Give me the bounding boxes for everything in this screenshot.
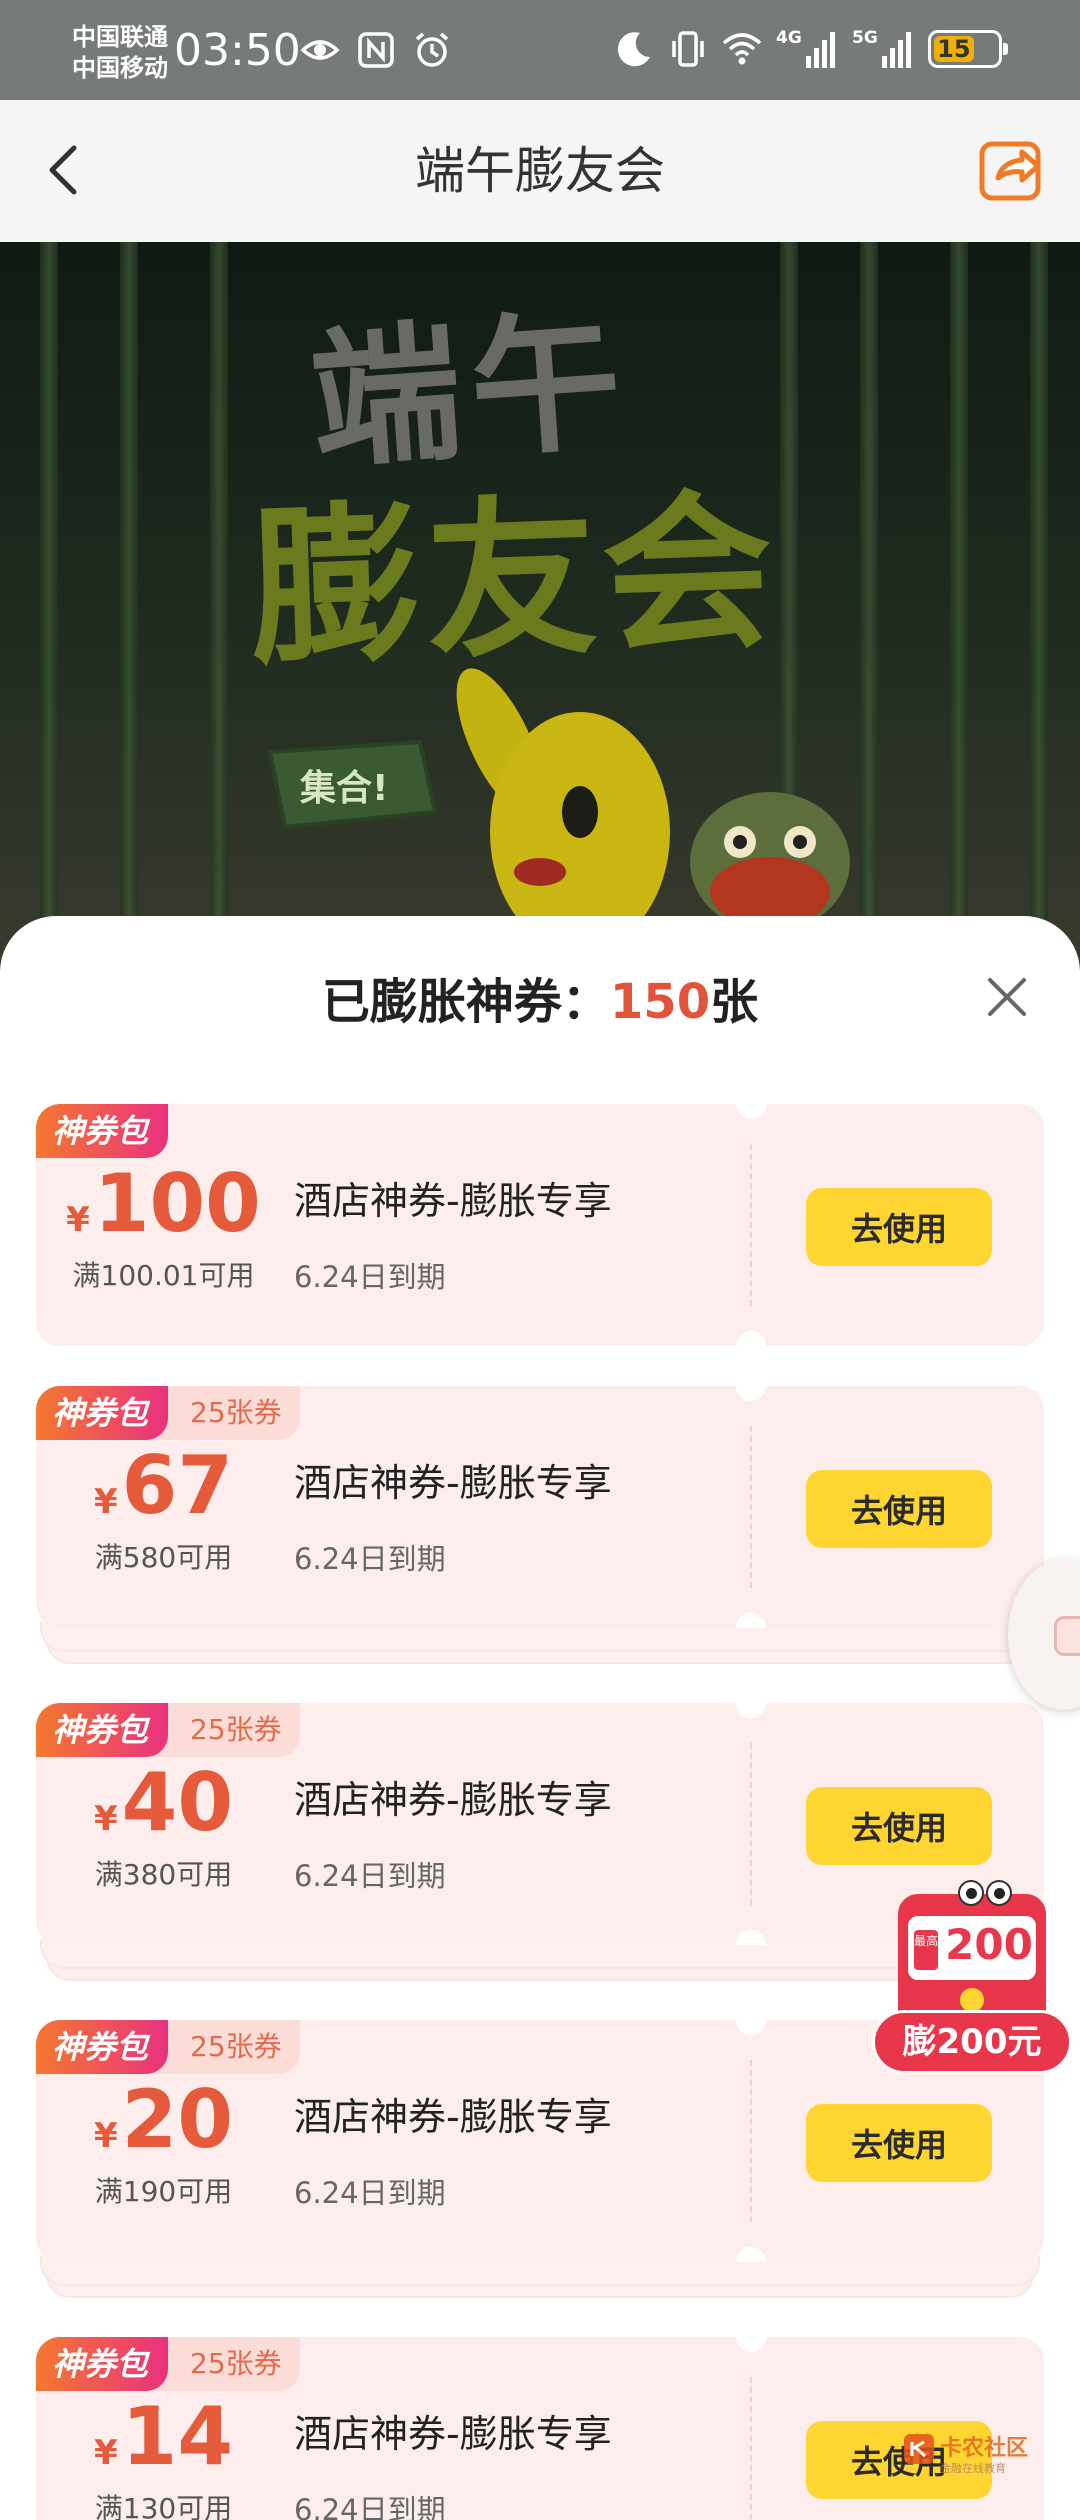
use-coupon-button[interactable]: 去使用 xyxy=(806,1470,992,1548)
coupon-expiry: 6.24日到期 xyxy=(294,1542,446,1576)
coupon-name: 酒店神券-膨胀专享 xyxy=(294,1179,612,1223)
nfc-icon xyxy=(358,32,394,68)
coupon-count-tag: 25张券 xyxy=(154,1703,300,1757)
coupon-condition: 满380可用 xyxy=(94,1858,233,1891)
coupon-pack-tag: 神券包 xyxy=(36,2020,169,2074)
coupon-body: 25张券 神券包 ¥67 满580可用 酒店神券-膨胀专享 6.24日到期 去使… xyxy=(36,1386,1044,1628)
red-packet-amount: 200元 xyxy=(942,1920,1036,2018)
coupon-pack-tag: 神券包 xyxy=(36,1703,169,1757)
eye-icon xyxy=(300,40,340,60)
carrier-1: 中国联通 xyxy=(72,23,168,51)
coupon-body: 神券包 ¥100 满100.01可用 酒店神券-膨胀专享 6.24日到期 去使用 xyxy=(36,1104,1044,1346)
wifi-icon xyxy=(722,33,762,65)
coupon-condition: 满130可用 xyxy=(94,2492,233,2520)
currency-symbol: ¥ xyxy=(94,2116,118,2156)
coupon-amount: ¥20 xyxy=(36,2070,291,2170)
coin-icon xyxy=(960,1988,984,2012)
coupon-value: 40 xyxy=(121,1756,233,1849)
alarm-icon xyxy=(415,32,449,67)
coupon-value: 14 xyxy=(121,2390,233,2483)
logo-icon xyxy=(904,2434,934,2464)
coupon-value: 20 xyxy=(121,2073,233,2166)
hero-title-line2: 膨友会 xyxy=(247,472,782,690)
coupon-amount: ¥100 xyxy=(36,1154,291,1254)
status-left-icons xyxy=(300,30,452,70)
coupon-name: 酒店神券-膨胀专享 xyxy=(294,2095,612,2139)
status-right-icons: 4G 5G 15 xyxy=(614,28,1008,70)
coupon-condition: 满190可用 xyxy=(94,2175,233,2208)
coupon-body: 25张券 神券包 ¥14 满130可用 酒店神券-膨胀专享 6.24日到期 去使… xyxy=(36,2337,1044,2520)
coupon-condition: 满100.01可用 xyxy=(72,1259,255,1292)
coupon-expiry: 6.24日到期 xyxy=(294,2493,446,2520)
hero-banner: 端午 膨友会 集合! xyxy=(0,242,1080,962)
close-icon[interactable] xyxy=(982,972,1032,1022)
coupon-pack-tag: 神券包 xyxy=(36,2337,169,2391)
best-label: 最高 xyxy=(914,1930,938,1970)
coupon-count-tag: 25张券 xyxy=(154,1386,300,1440)
coupon-amount: ¥14 xyxy=(36,2387,291,2487)
coupon-expiry: 6.24日到期 xyxy=(294,1260,446,1294)
coupon-amount: ¥67 xyxy=(36,1436,291,1536)
use-coupon-button[interactable]: 去使用 xyxy=(806,1188,992,1266)
currency-symbol: ¥ xyxy=(94,2433,118,2473)
currency-symbol: ¥ xyxy=(66,1200,90,1240)
ticket-icon xyxy=(1054,1616,1080,1656)
coupon-expiry: 6.24日到期 xyxy=(294,2176,446,2210)
currency-symbol: ¥ xyxy=(94,1799,118,1839)
coupon-card: 25张券 神券包 ¥67 满580可用 酒店神券-膨胀专享 6.24日到期 去使… xyxy=(36,1386,1044,1664)
coupon-count-tag: 25张券 xyxy=(154,2020,300,2074)
red-packet-widget[interactable]: 最高 200元 膨200元 xyxy=(872,1880,1072,2080)
coupon-value: 67 xyxy=(121,1439,233,1532)
eye-icon xyxy=(986,1880,1012,1906)
coupon-condition: 满580可用 xyxy=(94,1541,233,1574)
coupon-amount: ¥40 xyxy=(36,1753,291,1853)
coupon-name: 酒店神券-膨胀专享 xyxy=(294,1461,612,1505)
coupon-card: 神券包 ¥100 满100.01可用 酒店神券-膨胀专享 6.24日到期 去使用 xyxy=(36,1104,1044,1346)
signal-4g: 4G xyxy=(776,28,838,70)
moon-icon xyxy=(617,32,650,67)
vibrate-icon xyxy=(672,31,704,67)
status-time: 03:50 xyxy=(174,25,301,76)
status-bar: 中国联通 中国移动 03:50 4G 5G 15 xyxy=(0,0,1080,100)
watermark-text: 卡农社区 xyxy=(940,2436,1029,2461)
carrier-labels: 中国联通 中国移动 xyxy=(72,22,168,84)
share-icon[interactable] xyxy=(976,134,1048,206)
coupon-expiry: 6.24日到期 xyxy=(294,1859,446,1893)
use-coupon-button[interactable]: 去使用 xyxy=(806,2104,992,2182)
coupon-count-tag: 25张券 xyxy=(154,2337,300,2391)
page-title: 端午膨友会 xyxy=(415,142,665,200)
coupon-name: 酒店神券-膨胀专享 xyxy=(294,2412,612,2456)
red-packet-value: 200 xyxy=(945,1920,1033,1969)
coupon-pack-tag: 神券包 xyxy=(36,1104,169,1158)
currency-symbol: ¥ xyxy=(94,1482,118,1522)
flag-illustration: 集合! xyxy=(267,739,438,830)
signal-5g-label: 5G xyxy=(852,28,878,48)
sheet-title-count: 150 xyxy=(609,974,711,1030)
watermark-subtext: 金融在线教育 xyxy=(940,2462,1006,2475)
coupon-name: 酒店神券-膨胀专享 xyxy=(294,1778,612,1822)
carrier-2: 中国移动 xyxy=(72,54,168,82)
signal-5g: 5G xyxy=(852,28,914,70)
flag-text: 集合! xyxy=(299,768,388,809)
coupon-pack-tag: 神券包 xyxy=(36,1386,169,1440)
sheet-title: 已膨胀神券：150张 xyxy=(0,968,1080,1036)
battery-level: 15 xyxy=(934,35,974,63)
battery-indicator: 15 xyxy=(928,30,1008,68)
eye-icon xyxy=(958,1880,984,1906)
sheet-title-suffix: 张 xyxy=(710,974,759,1030)
use-coupon-button[interactable]: 去使用 xyxy=(806,1787,992,1865)
signal-4g-label: 4G xyxy=(776,28,802,48)
nav-bar: 端午膨友会 xyxy=(0,100,1080,242)
coupon-value: 100 xyxy=(93,1157,261,1250)
sheet-title-prefix: 已膨胀神券： xyxy=(321,974,610,1030)
watermark: 卡农社区 金融在线教育 xyxy=(900,2428,1070,2492)
coupon-card: 25张券 神券包 ¥14 满130可用 酒店神券-膨胀专享 6.24日到期 去使… xyxy=(36,2337,1044,2520)
expand-reward-label: 膨200元 xyxy=(872,2010,1072,2074)
